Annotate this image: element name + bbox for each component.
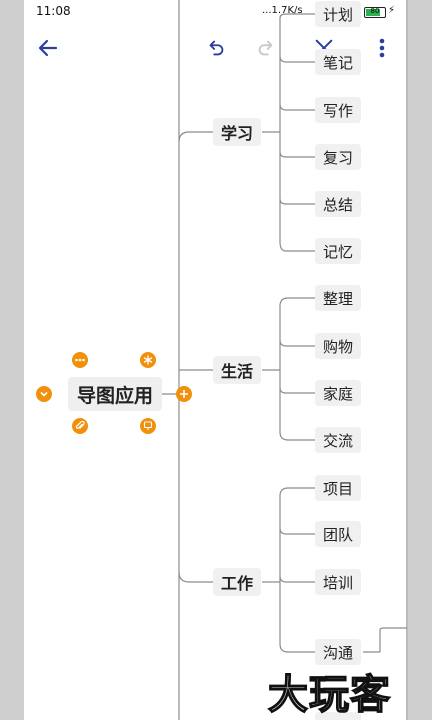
leaf-node[interactable]: 项目 (315, 475, 361, 501)
leaf-node[interactable]: 家庭 (315, 380, 361, 406)
branch-node[interactable]: 工作 (213, 568, 261, 596)
leaf-node[interactable]: 团队 (315, 521, 361, 547)
leaf-node[interactable]: 写作 (315, 97, 361, 123)
leaf-node[interactable]: 计划 (315, 1, 361, 27)
leaf-node[interactable]: 记忆 (315, 238, 361, 264)
collapse-node-button[interactable] (36, 386, 52, 402)
dots-icon (75, 358, 85, 362)
leaf-node[interactable]: 复习 (315, 144, 361, 170)
leaf-node[interactable]: 总结 (315, 191, 361, 217)
chevron-down-icon (40, 391, 48, 397)
watermark-logo: 大玩客 (267, 671, 391, 719)
leaf-node[interactable]: 整理 (315, 285, 361, 311)
leaf-node[interactable]: 培训 (315, 569, 361, 595)
node-note-option[interactable] (140, 418, 156, 434)
mindmap-root-node[interactable]: 导图应用 (68, 377, 162, 411)
asterisk-icon (143, 355, 153, 365)
branch-node[interactable]: 生活 (213, 356, 261, 384)
leaf-node[interactable]: 购物 (315, 333, 361, 359)
paperclip-icon (75, 421, 85, 430)
leaf-node[interactable]: 交流 (315, 427, 361, 453)
leaf-node[interactable]: 笔记 (315, 49, 361, 75)
node-more-option[interactable] (72, 352, 88, 368)
branch-node[interactable]: 学习 (213, 118, 261, 146)
node-style-option[interactable] (140, 352, 156, 368)
node-attach-option[interactable] (72, 418, 88, 434)
note-icon (143, 421, 153, 430)
add-child-node-button[interactable] (176, 386, 192, 402)
plus-icon (180, 390, 188, 398)
app-screen: 11:08 ...1.7K/s 80 ⚡ 导图应用 学习 生活 工作 计划 笔记… (24, 0, 408, 720)
